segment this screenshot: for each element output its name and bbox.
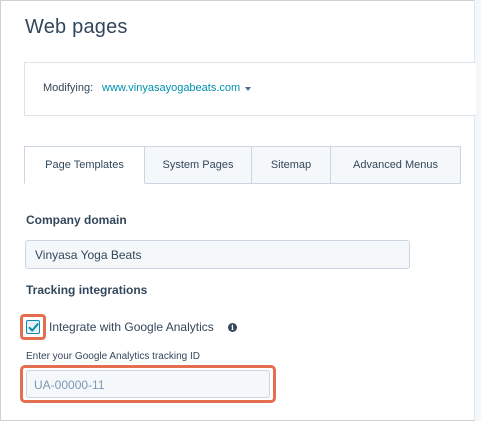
settings-tabs: Page Templates System Pages Sitemap Adva… (24, 146, 461, 184)
ga-tracking-id-input[interactable]: UA-00000-11 (26, 370, 270, 398)
company-domain-label: Company domain (26, 213, 127, 227)
modifying-label: Modifying: (43, 82, 94, 94)
tab-sitemap[interactable]: Sitemap (252, 146, 331, 184)
modifying-domain-box: Modifying: www.vinyasayogabeats.com (24, 62, 476, 116)
google-analytics-checkbox-label[interactable]: Integrate with Google Analytics (49, 320, 214, 334)
page-title: Web pages (25, 16, 128, 38)
company-domain-input[interactable]: Vinyasa Yoga Beats (25, 240, 410, 269)
caret-down-icon[interactable] (245, 87, 251, 91)
ga-tracking-id-label: Enter your Google Analytics tracking ID (26, 351, 200, 362)
info-icon[interactable]: i (228, 323, 237, 332)
tab-system-pages[interactable]: System Pages (145, 146, 252, 184)
google-analytics-checkbox[interactable] (26, 320, 40, 334)
tab-page-templates[interactable]: Page Templates (24, 146, 145, 184)
domain-selector[interactable]: www.vinyasayogabeats.com (102, 82, 240, 94)
tracking-integrations-label: Tracking integrations (26, 283, 148, 297)
tab-advanced-menus[interactable]: Advanced Menus (331, 146, 461, 184)
checkmark-icon (28, 323, 39, 332)
